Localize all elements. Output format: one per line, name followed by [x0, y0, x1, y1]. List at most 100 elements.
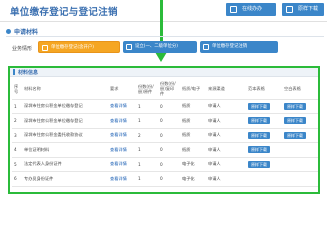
view-details-link[interactable]: 查看详情	[110, 118, 127, 123]
cell-blank	[282, 171, 318, 187]
cell-orig: 1	[136, 171, 158, 187]
view-details-link[interactable]: 查看详情	[110, 176, 127, 181]
table-row: 2 深圳市住房公积金单位缴存登记 查看详情 1 0 纸质 申请人 原样下载 原样下载	[12, 113, 318, 129]
col-header-type: 纸质/电子	[180, 79, 206, 100]
material-name: 深圳市住房公积金单位缴存登记	[24, 117, 83, 123]
online-apply-button[interactable]: 在线办办	[226, 3, 276, 16]
cell-copy: 0	[158, 171, 180, 187]
business-type-label: 业务情形	[12, 46, 33, 52]
material-name: 深圳市住房公积金单位缴存登记	[24, 103, 83, 109]
orig-count: 1	[138, 147, 141, 153]
cell-type: 电子化	[180, 157, 206, 172]
cell-no: 1	[12, 99, 22, 114]
page-title: 单位缴存登记与登记注销	[10, 7, 118, 18]
cell-copy: 0	[158, 157, 180, 172]
cell-type: 电子化	[180, 171, 206, 187]
orig-count: 2	[138, 132, 141, 138]
view-details-link[interactable]: 查看详情	[110, 132, 127, 137]
row-no: 4	[14, 147, 17, 153]
view-details-link[interactable]: 查看详情	[110, 103, 127, 108]
source-channel: 申请人	[208, 132, 221, 138]
cell-no: 3	[12, 128, 22, 143]
row-no: 5	[14, 161, 17, 167]
row-no: 1	[14, 103, 17, 109]
cell-sample: 原样下载	[246, 157, 282, 172]
orig-count: 1	[138, 103, 141, 109]
cell-no: 6	[12, 171, 22, 187]
cell-source: 申请人	[206, 157, 246, 172]
business-option-2[interactable]: 设立(一、二级单位分)	[123, 41, 197, 53]
col-header-source: 来源渠道	[206, 79, 246, 100]
materials-panel: 材料信息 序号 材料名称 要求 份数(份/册)原件 份数(份/册)复印件 纸质/…	[8, 66, 320, 194]
row-no: 3	[14, 132, 17, 138]
cell-req: 查看详情	[108, 171, 136, 187]
view-details-link[interactable]: 查看详情	[110, 161, 127, 166]
cell-source: 申请人	[206, 99, 246, 114]
materials-table: 序号 材料名称 要求 份数(份/册)原件 份数(份/册)复印件 纸质/电子 来源…	[12, 79, 318, 187]
table-row: 5 法定代表人身份证件 查看详情 1 0 电子化 申请人 原样下载	[12, 157, 318, 172]
materials-title: 材料信息	[18, 70, 39, 76]
cell-sample: 原样下载	[246, 142, 282, 158]
source-channel: 申请人	[208, 161, 221, 167]
cell-blank	[282, 157, 318, 172]
source-channel: 申请人	[208, 175, 221, 181]
copy-count: 0	[160, 132, 163, 138]
business-option-3-label: 单位缴存登记注销	[212, 44, 248, 49]
blank-download-button[interactable]: 原样下载	[284, 117, 306, 125]
guide-download-label: 原样下载	[298, 6, 319, 12]
business-option-1[interactable]: 单位缴存登记(含开户)	[38, 41, 120, 53]
table-row: 3 深圳市住房公积金委托收款协议 查看详情 2 0 纸质 申请人 原样下载 原样下载	[12, 128, 318, 143]
blank-download-button[interactable]: 原样下载	[284, 102, 306, 110]
guide-download-button[interactable]: 原样下载	[282, 3, 324, 16]
checkbox-icon	[42, 45, 48, 51]
view-details-link[interactable]: 查看详情	[110, 147, 127, 152]
material-type: 电子化	[182, 161, 195, 167]
checkbox-icon	[126, 44, 132, 50]
online-apply-label: 在线办办	[242, 6, 263, 12]
orig-count: 1	[138, 161, 141, 167]
cell-req: 查看详情	[108, 113, 136, 129]
copy-count: 0	[160, 147, 163, 153]
source-channel: 申请人	[208, 146, 221, 152]
cell-source: 申请人	[206, 113, 246, 129]
blank-download-button[interactable]: 原样下载	[284, 131, 306, 139]
col-header-sample: 范本表格	[246, 79, 282, 100]
sample-download-button[interactable]: 原样下载	[248, 146, 270, 154]
cell-sample: 原样下载	[246, 99, 282, 114]
cell-name: 深圳市住房公积金单位缴存登记	[22, 113, 108, 129]
annotation-arrow-head	[155, 52, 167, 62]
business-option-1-label: 单位缴存登记(含开户)	[51, 45, 94, 50]
business-option-2-label: 设立(一、二级单位分)	[135, 44, 178, 49]
copy-count: 0	[160, 118, 163, 124]
checkbox-icon	[203, 44, 209, 50]
cell-orig: 1	[136, 99, 158, 114]
cell-orig: 1	[136, 113, 158, 129]
sample-download-button[interactable]: 原样下载	[248, 117, 270, 125]
cell-name: 法定代表人身份证件	[22, 157, 108, 172]
business-option-3[interactable]: 单位缴存登记注销	[200, 41, 278, 53]
material-name: 专办员身份证件	[24, 175, 54, 181]
cell-name: 单位证明材料	[22, 142, 108, 158]
cell-req: 查看详情	[108, 157, 136, 172]
cell-orig: 1	[136, 142, 158, 158]
header-bar-icon	[13, 69, 15, 75]
cell-name: 专办员身份证件	[22, 171, 108, 187]
material-type: 纸质	[182, 146, 191, 152]
sample-download-button[interactable]: 原样下载	[248, 102, 270, 110]
cell-copy: 0	[158, 128, 180, 143]
cell-source: 申请人	[206, 171, 246, 187]
sample-download-button[interactable]: 原样下载	[248, 160, 270, 168]
row-no: 2	[14, 118, 17, 124]
sample-download-button[interactable]: 原样下载	[248, 131, 270, 139]
cell-copy: 0	[158, 113, 180, 129]
section-header: 申请材料	[6, 27, 324, 37]
document-icon	[230, 6, 237, 13]
cell-blank: 原样下载	[282, 113, 318, 129]
table-row: 4 单位证明材料 查看详情 1 0 纸质 申请人 原样下载	[12, 142, 318, 158]
cell-copy: 0	[158, 142, 180, 158]
col-header-req: 要求	[108, 79, 136, 100]
material-type: 纸质	[182, 132, 191, 138]
source-channel: 申请人	[208, 103, 221, 109]
section-title: 申请材料	[14, 29, 39, 36]
copy-count: 0	[160, 161, 163, 167]
